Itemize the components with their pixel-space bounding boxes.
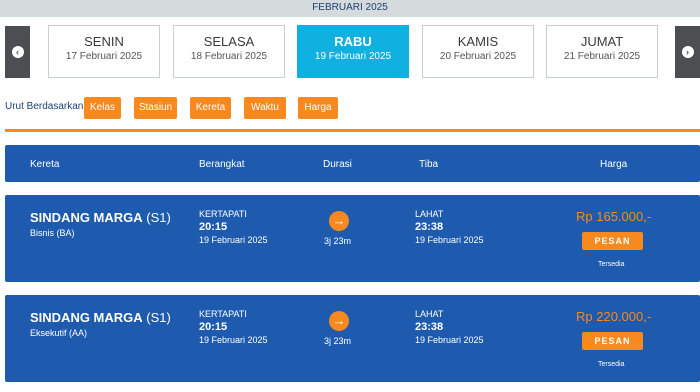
availability-status: Tersedia xyxy=(598,361,625,368)
day-tab-jumat[interactable]: JUMAT 21 Februari 2025 xyxy=(546,25,658,78)
duration: 3j 23m xyxy=(324,236,352,246)
sort-by-stasiun-button[interactable]: Stasiun xyxy=(134,97,177,119)
sort-by-harga-button[interactable]: Harga xyxy=(298,97,338,119)
availability-status: Tersedia xyxy=(598,261,625,268)
day-date: 17 Februari 2025 xyxy=(65,51,143,62)
arrive-time: 23:38 xyxy=(415,221,444,233)
train-code: (S1) xyxy=(146,210,171,225)
column-header-arrive: Tiba xyxy=(419,159,439,170)
arrive-date: 19 Februari 2025 xyxy=(415,235,484,245)
prev-date-button[interactable]: ‹ xyxy=(5,26,30,78)
book-button[interactable]: PESAN xyxy=(582,232,643,250)
day-date: 20 Februari 2025 xyxy=(439,51,517,62)
depart-date: 19 Februari 2025 xyxy=(199,235,268,245)
train-name: SINDANG MARGA xyxy=(30,210,143,225)
sort-label: Urut Berdasarkan: xyxy=(5,101,87,112)
column-header-train: Kereta xyxy=(30,159,60,170)
results-header: Kereta Berangkat Durasi Tiba Harga xyxy=(5,145,700,182)
sort-by-waktu-button[interactable]: Waktu xyxy=(244,97,286,119)
chevron-right-icon: › xyxy=(681,46,694,58)
day-tab-kamis[interactable]: KAMIS 20 Februari 2025 xyxy=(422,25,534,78)
divider xyxy=(5,129,700,132)
sort-by-kereta-button[interactable]: Kereta xyxy=(190,97,231,119)
depart-date: 19 Februari 2025 xyxy=(199,335,268,345)
day-tab-senin[interactable]: SENIN 17 Februari 2025 xyxy=(48,25,160,78)
sort-by-kelas-button[interactable]: Kelas xyxy=(84,97,121,119)
price: Rp 220.000,- xyxy=(576,309,652,324)
train-result-card: SINDANG MARGA (S1) Bisnis (BA) KERTAPATI… xyxy=(5,195,700,282)
train-result-card: SINDANG MARGA (S1) Eksekutif (AA) KERTAP… xyxy=(5,295,700,382)
train-code: (S1) xyxy=(146,310,171,325)
day-date: 19 Februari 2025 xyxy=(314,51,392,62)
arrive-date: 19 Februari 2025 xyxy=(415,335,484,345)
arrive-time: 23:38 xyxy=(415,321,444,333)
price: Rp 165.000,- xyxy=(576,209,652,224)
column-header-depart: Berangkat xyxy=(199,159,245,170)
day-name: KAMIS xyxy=(457,34,499,49)
chevron-left-icon: ‹ xyxy=(11,46,24,58)
depart-time: 20:15 xyxy=(199,321,228,333)
train-name-line: SINDANG MARGA (S1) xyxy=(30,210,171,225)
arrow-right-icon: → xyxy=(329,211,349,231)
train-name: SINDANG MARGA xyxy=(30,310,143,325)
duration: 3j 23m xyxy=(324,336,352,346)
depart-station: KERTAPATI xyxy=(199,209,247,219)
day-tab-rabu[interactable]: RABU 19 Februari 2025 xyxy=(297,25,409,78)
column-header-duration: Durasi xyxy=(323,159,352,170)
day-date: 18 Februari 2025 xyxy=(190,51,268,62)
train-class: Bisnis (BA) xyxy=(30,228,75,238)
day-name: RABU xyxy=(334,34,372,49)
train-class: Eksekutif (AA) xyxy=(30,328,88,338)
train-name-line: SINDANG MARGA (S1) xyxy=(30,310,171,325)
depart-time: 20:15 xyxy=(199,221,228,233)
day-tab-selasa[interactable]: SELASA 18 Februari 2025 xyxy=(173,25,285,78)
next-date-button[interactable]: › xyxy=(675,26,700,78)
day-date: 21 Februari 2025 xyxy=(563,51,641,62)
arrow-right-icon: → xyxy=(329,311,349,331)
day-name: SENIN xyxy=(84,34,124,49)
arrive-station: LAHAT xyxy=(415,209,444,219)
depart-station: KERTAPATI xyxy=(199,309,247,319)
column-header-price: Harga xyxy=(600,159,628,170)
book-button[interactable]: PESAN xyxy=(582,332,643,350)
day-name: JUMAT xyxy=(580,34,624,49)
arrive-station: LAHAT xyxy=(415,309,444,319)
day-name: SELASA xyxy=(203,34,255,49)
month-header: FEBRUARI 2025 xyxy=(0,0,700,17)
